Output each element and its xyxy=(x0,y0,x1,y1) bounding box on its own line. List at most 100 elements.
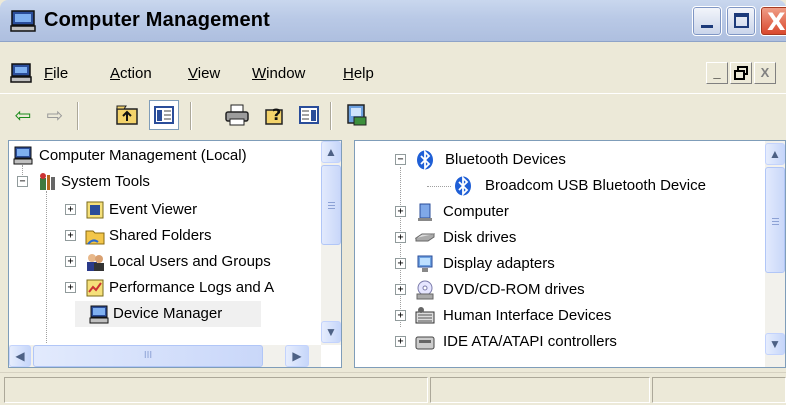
properties-button[interactable] xyxy=(342,100,372,130)
device-category-label: Computer xyxy=(443,203,509,220)
tree-item-local-users-groups[interactable]: + Local Users and Groups xyxy=(13,249,333,275)
menu-window[interactable]: Window xyxy=(252,65,305,82)
menu-help[interactable]: Help xyxy=(343,65,374,82)
toolbar: ⇦ ⇨ ? xyxy=(0,93,786,137)
ide-controller-icon xyxy=(415,336,435,350)
mdi-restore-button[interactable] xyxy=(730,62,752,84)
performance-logs-icon xyxy=(86,279,104,297)
device-category-human-interface[interactable]: + Human Interface Devices xyxy=(395,303,755,329)
scroll-thumb[interactable] xyxy=(321,165,341,245)
device-category-disk-drives[interactable]: + Disk drives xyxy=(395,225,755,251)
expand-icon[interactable]: + xyxy=(395,310,406,321)
scroll-down-button[interactable]: ▼ xyxy=(321,321,341,343)
back-button[interactable]: ⇦ xyxy=(8,100,38,130)
tree-item-device-manager[interactable]: Device Manager xyxy=(75,301,261,327)
restore-icon xyxy=(734,66,748,80)
status-cell xyxy=(4,377,428,403)
scroll-thumb[interactable]: III xyxy=(33,345,263,367)
device-category-label: Disk drives xyxy=(443,229,517,246)
bluetooth-icon xyxy=(417,150,433,170)
scroll-left-button[interactable]: ◀ xyxy=(9,345,31,367)
tree-item-event-viewer[interactable]: + Event Viewer xyxy=(13,197,333,223)
mdi-close-button[interactable]: X xyxy=(754,62,776,84)
print-button[interactable] xyxy=(222,100,252,130)
pane-splitter[interactable] xyxy=(342,140,354,368)
expand-icon[interactable]: + xyxy=(395,206,406,217)
show-hide-action-pane-button[interactable] xyxy=(294,100,324,130)
system-tools-icon xyxy=(40,173,55,190)
scroll-up-button[interactable]: ▲ xyxy=(321,141,341,163)
expand-icon[interactable]: + xyxy=(395,232,406,243)
tree-root-label: Computer Management (Local) xyxy=(39,147,247,164)
device-category-ide-ata[interactable]: + IDE ATA/ATAPI controllers xyxy=(395,329,755,355)
scroll-thumb[interactable] xyxy=(765,167,785,273)
device-list-pane[interactable]: − Bluetooth Devices Broadcom USB Bluetoo… xyxy=(354,140,786,368)
up-one-level-button[interactable] xyxy=(112,100,142,130)
minimize-button[interactable] xyxy=(692,6,722,36)
right-arrow-icon: ▶ xyxy=(292,349,302,363)
menu-bar: File Action View Window Help _ X xyxy=(0,58,786,90)
tree-item-label: Device Manager xyxy=(113,305,223,322)
maximize-icon xyxy=(734,13,749,28)
print-icon xyxy=(225,104,249,126)
tree-item-shared-folders[interactable]: + Shared Folders xyxy=(13,223,333,249)
system-menu-icon[interactable] xyxy=(10,63,32,83)
tree-system-tools-label: System Tools xyxy=(61,173,150,190)
device-category-bluetooth[interactable]: − Bluetooth Devices xyxy=(395,147,755,173)
device-category-label: DVD/CD-ROM drives xyxy=(443,281,585,298)
collapse-icon[interactable]: − xyxy=(395,154,406,165)
device-manager-icon xyxy=(89,305,109,324)
maximize-button[interactable] xyxy=(726,6,756,36)
collapse-icon[interactable]: − xyxy=(17,176,28,187)
help-button[interactable]: ? xyxy=(260,100,290,130)
menu-action[interactable]: Action xyxy=(110,65,152,82)
console-tree-pane[interactable]: Computer Management (Local) − System Too… xyxy=(8,140,342,368)
expand-icon[interactable]: + xyxy=(395,258,406,269)
close-icon: X xyxy=(767,8,786,36)
tree-item-performance-logs[interactable]: + Performance Logs and A xyxy=(13,275,333,301)
device-category-label: Display adapters xyxy=(443,255,555,272)
down-arrow-icon: ▼ xyxy=(769,337,781,351)
title-bar[interactable]: Computer Management X xyxy=(0,0,786,42)
scroll-down-button[interactable]: ▼ xyxy=(765,333,785,355)
toolbar-separator xyxy=(330,102,332,130)
device-category-computer[interactable]: + Computer xyxy=(395,199,755,225)
tree-system-tools[interactable]: − System Tools xyxy=(13,169,333,195)
show-hide-console-tree-button[interactable] xyxy=(149,100,179,130)
tree-vertical-scrollbar[interactable]: ▲ ▼ xyxy=(321,141,341,345)
scroll-right-button[interactable]: ▶ xyxy=(285,345,309,367)
hid-icon xyxy=(415,307,435,324)
status-bar xyxy=(0,372,786,405)
disk-drive-icon xyxy=(415,233,435,242)
tree-item-label: Performance Logs and A xyxy=(109,279,275,296)
event-viewer-icon xyxy=(86,201,104,219)
close-button[interactable]: X xyxy=(760,6,786,36)
expand-icon[interactable]: + xyxy=(65,230,76,241)
show-hide-tree-icon xyxy=(154,106,174,124)
up-arrow-icon: ▲ xyxy=(769,147,781,161)
tree-horizontal-scrollbar[interactable]: ◀ III ▶ xyxy=(9,345,321,367)
device-item-broadcom-bluetooth[interactable]: Broadcom USB Bluetooth Device xyxy=(453,173,753,199)
expand-icon[interactable]: + xyxy=(65,256,76,267)
device-category-display-adapters[interactable]: + Display adapters xyxy=(395,251,755,277)
computer-management-icon xyxy=(13,146,33,165)
forward-button[interactable]: ⇨ xyxy=(40,100,70,130)
expand-icon[interactable]: + xyxy=(395,284,406,295)
expand-icon[interactable]: + xyxy=(65,204,76,215)
device-category-label: IDE ATA/ATAPI controllers xyxy=(443,333,617,350)
scroll-up-button[interactable]: ▲ xyxy=(765,143,785,165)
expand-icon[interactable]: + xyxy=(65,282,76,293)
tree-item-label: Shared Folders xyxy=(109,227,212,244)
device-list-vertical-scrollbar[interactable]: ▲ ▼ xyxy=(765,141,785,367)
device-category-label: Human Interface Devices xyxy=(443,307,612,324)
action-pane-icon xyxy=(299,106,319,124)
expand-icon[interactable]: + xyxy=(395,336,406,347)
menu-view[interactable]: View xyxy=(188,65,220,82)
cd-drive-icon xyxy=(416,280,434,300)
left-arrow-icon: ◀ xyxy=(15,349,25,363)
device-category-dvd-cdrom[interactable]: + DVD/CD-ROM drives xyxy=(395,277,755,303)
down-arrow-icon: ▼ xyxy=(325,325,337,339)
svg-text:?: ? xyxy=(272,105,281,124)
mdi-minimize-button[interactable]: _ xyxy=(706,62,728,84)
menu-file[interactable]: File xyxy=(44,65,68,82)
